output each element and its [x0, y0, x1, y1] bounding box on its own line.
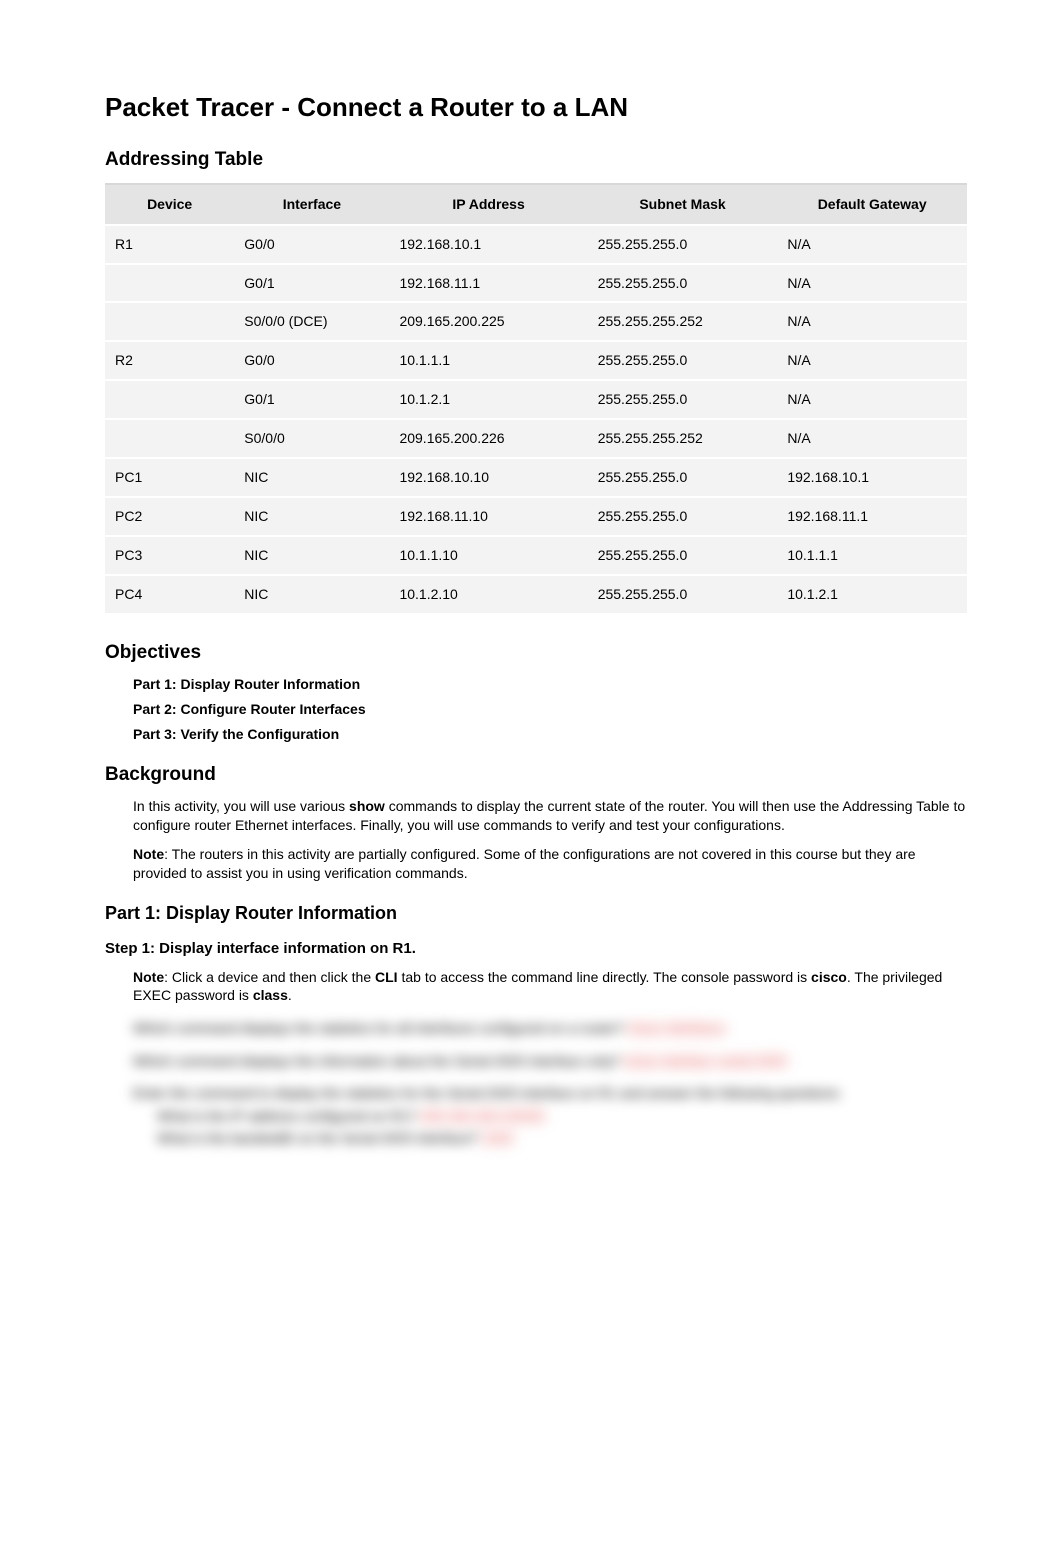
cell-gw: 10.1.2.1	[777, 575, 967, 614]
cell-ip: 192.168.10.1	[389, 225, 587, 264]
blurred-answers: Which command displays the statistics fo…	[105, 1017, 967, 1149]
cell-mask: 255.255.255.0	[588, 264, 778, 303]
cell-mask: 255.255.255.0	[588, 497, 778, 536]
table-row: R2 G0/0 10.1.1.1 255.255.255.0 N/A	[105, 341, 967, 380]
col-ip: IP Address	[389, 183, 587, 225]
cell-mask: 255.255.255.0	[588, 575, 778, 614]
cell-interface: S0/0/0	[234, 419, 389, 458]
col-gateway: Default Gateway	[777, 183, 967, 225]
objectives-heading: Objectives	[105, 640, 967, 666]
cell-mask: 255.255.255.252	[588, 302, 778, 341]
table-row: G0/1 192.168.11.1 255.255.255.0 N/A	[105, 264, 967, 303]
background-heading: Background	[105, 762, 967, 788]
cell-gw: 192.168.10.1	[777, 458, 967, 497]
blurred-item: Which command displays the statistics fo…	[133, 1017, 967, 1039]
cell-ip: 209.165.200.226	[389, 419, 587, 458]
cell-device	[105, 419, 234, 458]
background-p2: Note: The routers in this activity are p…	[133, 845, 967, 883]
cell-device: PC1	[105, 458, 234, 497]
cell-ip: 209.165.200.225	[389, 302, 587, 341]
blurred-item: Which command displays the information a…	[133, 1050, 967, 1072]
cell-device: PC2	[105, 497, 234, 536]
col-interface: Interface	[234, 183, 389, 225]
cell-gw: N/A	[777, 341, 967, 380]
cell-device	[105, 380, 234, 419]
cell-gw: N/A	[777, 264, 967, 303]
table-row: PC2 NIC 192.168.11.10 255.255.255.0 192.…	[105, 497, 967, 536]
col-device: Device	[105, 183, 234, 225]
cell-interface: NIC	[234, 497, 389, 536]
cell-interface: S0/0/0 (DCE)	[234, 302, 389, 341]
background-p1: In this activity, you will use various s…	[133, 797, 967, 835]
cell-gw: 10.1.1.1	[777, 536, 967, 575]
cell-ip: 10.1.1.10	[389, 536, 587, 575]
cell-mask: 255.255.255.252	[588, 419, 778, 458]
objective-item: Part 3: Verify the Configuration	[133, 725, 967, 744]
table-row: PC1 NIC 192.168.10.10 255.255.255.0 192.…	[105, 458, 967, 497]
col-mask: Subnet Mask	[588, 183, 778, 225]
table-row: S0/0/0 209.165.200.226 255.255.255.252 N…	[105, 419, 967, 458]
cell-interface: G0/0	[234, 341, 389, 380]
table-header-row: Device Interface IP Address Subnet Mask …	[105, 183, 967, 225]
cell-device: PC3	[105, 536, 234, 575]
table-row: S0/0/0 (DCE) 209.165.200.225 255.255.255…	[105, 302, 967, 341]
cell-interface: G0/0	[234, 225, 389, 264]
cell-interface: NIC	[234, 575, 389, 614]
cell-gw: N/A	[777, 419, 967, 458]
cell-ip: 10.1.1.1	[389, 341, 587, 380]
cell-gw: N/A	[777, 302, 967, 341]
cell-ip: 10.1.2.1	[389, 380, 587, 419]
cell-device	[105, 264, 234, 303]
cell-mask: 255.255.255.0	[588, 225, 778, 264]
cell-gw: N/A	[777, 380, 967, 419]
cell-interface: G0/1	[234, 380, 389, 419]
objective-item: Part 1: Display Router Information	[133, 675, 967, 694]
cell-ip: 10.1.2.10	[389, 575, 587, 614]
page-title: Packet Tracer - Connect a Router to a LA…	[105, 90, 967, 125]
blurred-item: Enter the command to display the statist…	[133, 1082, 967, 1149]
cell-ip: 192.168.11.10	[389, 497, 587, 536]
cell-mask: 255.255.255.0	[588, 380, 778, 419]
addressing-table: Device Interface IP Address Subnet Mask …	[105, 183, 967, 614]
cell-device: PC4	[105, 575, 234, 614]
objective-item: Part 2: Configure Router Interfaces	[133, 700, 967, 719]
cell-device: R2	[105, 341, 234, 380]
table-row: PC4 NIC 10.1.2.10 255.255.255.0 10.1.2.1	[105, 575, 967, 614]
table-row: G0/1 10.1.2.1 255.255.255.0 N/A	[105, 380, 967, 419]
cell-ip: 192.168.10.10	[389, 458, 587, 497]
cell-ip: 192.168.11.1	[389, 264, 587, 303]
cell-interface: G0/1	[234, 264, 389, 303]
cell-mask: 255.255.255.0	[588, 458, 778, 497]
cell-mask: 255.255.255.0	[588, 536, 778, 575]
step1-heading: Step 1: Display interface information on…	[105, 939, 967, 959]
table-row: R1 G0/0 192.168.10.1 255.255.255.0 N/A	[105, 225, 967, 264]
cell-gw: N/A	[777, 225, 967, 264]
part1-heading: Part 1: Display Router Information	[105, 901, 967, 925]
cell-gw: 192.168.11.1	[777, 497, 967, 536]
cell-interface: NIC	[234, 458, 389, 497]
cell-device	[105, 302, 234, 341]
table-row: PC3 NIC 10.1.1.10 255.255.255.0 10.1.1.1	[105, 536, 967, 575]
addressing-heading: Addressing Table	[105, 147, 967, 173]
cell-interface: NIC	[234, 536, 389, 575]
step1-note: Note: Click a device and then click the …	[133, 968, 967, 1006]
cell-device: R1	[105, 225, 234, 264]
cell-mask: 255.255.255.0	[588, 341, 778, 380]
